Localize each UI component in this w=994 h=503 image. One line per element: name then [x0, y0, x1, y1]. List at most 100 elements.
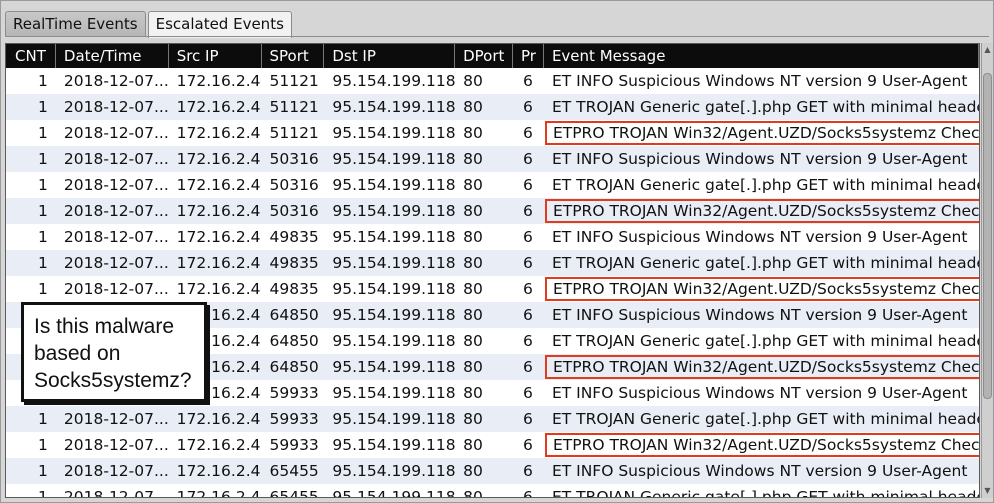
events-table: CNT Date/Time Src IP SPort Dst IP DPort … [5, 43, 980, 498]
table-row[interactable]: 1 2018-12-07... 172.16.2.4 59933 95.154.199.… [6, 432, 979, 458]
cell-dst-ip: 95.154.199.118 [332, 176, 456, 194]
cell-protocol: 6 [522, 202, 533, 220]
cell-dport: 80 [463, 150, 483, 168]
cell-sport: 59933 [269, 410, 319, 428]
table-body: 1 2018-12-07... 172.16.2.4 51121 95.154.199.… [6, 68, 979, 498]
scroll-thumb[interactable] [983, 73, 992, 399]
cell-date: 2018-12-07... [63, 488, 169, 498]
alert-window: RealTime Events Escalated Events CNT Dat… [0, 0, 994, 503]
cell-sport: 64850 [269, 332, 319, 350]
cell-protocol: 6 [522, 384, 533, 402]
scroll-up-icon[interactable]: ▲ [983, 45, 992, 55]
column-header-src-ip[interactable]: Src IP [169, 44, 262, 68]
column-header-dport[interactable]: DPort [455, 44, 513, 68]
cell-dport: 80 [463, 436, 483, 454]
cell-event-message: ET TROJAN Generic gate[.].php GET with m… [551, 488, 979, 498]
cell-src-ip: 172.16.2.4 [176, 488, 261, 498]
column-header-protocol[interactable]: Pr [513, 44, 544, 68]
column-header-dst-ip[interactable]: Dst IP [324, 44, 456, 68]
cell-src-ip: 172.16.2.4 [176, 228, 261, 246]
cell-cnt: 1 [38, 176, 48, 194]
cell-dport: 80 [463, 358, 483, 376]
table-row[interactable]: 1 2018-12-07... 172.16.2.4 51121 95.154.199.… [6, 68, 979, 94]
table-row[interactable]: 1 2018-12-07... 172.16.2.4 65455 95.154.199.… [6, 484, 979, 498]
cell-sport: 65455 [269, 462, 319, 480]
cell-cnt: 1 [38, 436, 48, 454]
cell-event-message: ET TROJAN Generic gate[.].php GET with m… [551, 98, 979, 116]
cell-protocol: 6 [522, 254, 533, 272]
cell-dport: 80 [463, 306, 483, 324]
cell-event-message: ETPRO TROJAN Win32/Agent.UZD/Socks5syste… [544, 354, 979, 380]
vertical-scrollbar[interactable]: ▲ ▼ [981, 43, 993, 498]
cell-sport: 50316 [269, 150, 319, 168]
cell-cnt: 1 [38, 98, 48, 116]
cell-sport: 49835 [269, 254, 319, 272]
cell-dport: 80 [463, 280, 483, 298]
cell-src-ip: 172.16.2.4 [176, 72, 261, 90]
cell-dst-ip: 95.154.199.118 [332, 254, 456, 272]
table-row[interactable]: 1 2018-12-07... 172.16.2.4 59933 95.154.199.… [6, 406, 979, 432]
tab-realtime-events[interactable]: RealTime Events [5, 11, 146, 37]
cell-event-message: ET INFO Suspicious Windows NT version 9 … [551, 150, 968, 168]
cell-cnt: 1 [38, 462, 48, 480]
cell-src-ip: 172.16.2.4 [176, 176, 261, 194]
cell-sport: 59933 [269, 436, 319, 454]
cell-event-message: ETPRO TROJAN Win32/Agent.UZD/Socks5syste… [544, 120, 979, 146]
cell-sport: 49835 [269, 228, 319, 246]
column-header-date[interactable]: Date/Time [56, 44, 169, 68]
cell-dport: 80 [463, 124, 483, 142]
column-header-sport[interactable]: SPort [262, 44, 325, 68]
highlight-box: ETPRO TROJAN Win32/Agent.UZD/Socks5syste… [544, 355, 979, 379]
table-row[interactable]: 1 2018-12-07... 172.16.2.4 51121 95.154.199.… [6, 120, 979, 146]
cell-protocol: 6 [522, 410, 533, 428]
table-row[interactable]: 1 2018-12-07... 172.16.2.4 49835 95.154.199.… [6, 224, 979, 250]
cell-date: 2018-12-07... [63, 436, 169, 454]
cell-dport: 80 [463, 254, 483, 272]
cell-dst-ip: 95.154.199.118 [332, 384, 456, 402]
cell-dst-ip: 95.154.199.118 [332, 306, 456, 324]
cell-protocol: 6 [522, 228, 533, 246]
table-row[interactable]: 1 2018-12-07... 172.16.2.4 50316 95.154.199.… [6, 198, 979, 224]
column-header-event-message[interactable]: Event Message [544, 44, 979, 68]
cell-event-message: ETPRO TROJAN Win32/Agent.UZD/Socks5syste… [544, 198, 979, 224]
cell-src-ip: 172.16.2.4 [176, 410, 261, 428]
cell-protocol: 6 [522, 98, 533, 116]
tab-escalated-events[interactable]: Escalated Events [147, 11, 292, 38]
scroll-down-icon[interactable]: ▼ [983, 486, 992, 496]
column-header-cnt[interactable]: CNT [6, 44, 56, 68]
table-row[interactable]: 1 2018-12-07... 172.16.2.4 65455 95.154.199.… [6, 458, 979, 484]
table-row[interactable]: 1 2018-12-07... 172.16.2.4 50316 95.154.199.… [6, 172, 979, 198]
cell-cnt: 1 [38, 280, 48, 298]
cell-protocol: 6 [522, 332, 533, 350]
cell-event-message: ET TROJAN Generic gate[.].php GET with m… [551, 176, 979, 194]
cell-sport: 65455 [269, 488, 319, 498]
cell-cnt: 1 [38, 254, 48, 272]
cell-protocol: 6 [522, 176, 533, 194]
cell-dst-ip: 95.154.199.118 [332, 150, 456, 168]
cell-protocol: 6 [522, 306, 533, 324]
cell-dst-ip: 95.154.199.118 [332, 358, 456, 376]
cell-date: 2018-12-07... [63, 228, 169, 246]
table-header: CNT Date/Time Src IP SPort Dst IP DPort … [6, 44, 979, 68]
cell-dport: 80 [463, 332, 483, 350]
table-row[interactable]: 1 2018-12-07... 172.16.2.4 50316 95.154.199.… [6, 146, 979, 172]
cell-date: 2018-12-07... [63, 410, 169, 428]
table-row[interactable]: 1 2018-12-07... 172.16.2.4 49835 95.154.199.… [6, 276, 979, 302]
cell-date: 2018-12-07... [63, 202, 169, 220]
cell-dst-ip: 95.154.199.118 [332, 72, 456, 90]
cell-dport: 80 [463, 410, 483, 428]
cell-protocol: 6 [522, 124, 533, 142]
cell-protocol: 6 [522, 488, 533, 498]
cell-src-ip: 172.16.2.4 [176, 150, 261, 168]
cell-dst-ip: 95.154.199.118 [332, 488, 456, 498]
cell-dst-ip: 95.154.199.118 [332, 462, 456, 480]
cell-dst-ip: 95.154.199.118 [332, 332, 456, 350]
annotation-callout: Is this malware based on Socks5systemz? [21, 302, 207, 402]
cell-dport: 80 [463, 488, 483, 498]
table-row[interactable]: 1 2018-12-07... 172.16.2.4 51121 95.154.199.… [6, 94, 979, 120]
cell-src-ip: 172.16.2.4 [176, 124, 261, 142]
cell-cnt: 1 [38, 410, 48, 428]
cell-cnt: 1 [38, 124, 48, 142]
table-row[interactable]: 1 2018-12-07... 172.16.2.4 49835 95.154.199.… [6, 250, 979, 276]
cell-sport: 51121 [269, 124, 319, 142]
